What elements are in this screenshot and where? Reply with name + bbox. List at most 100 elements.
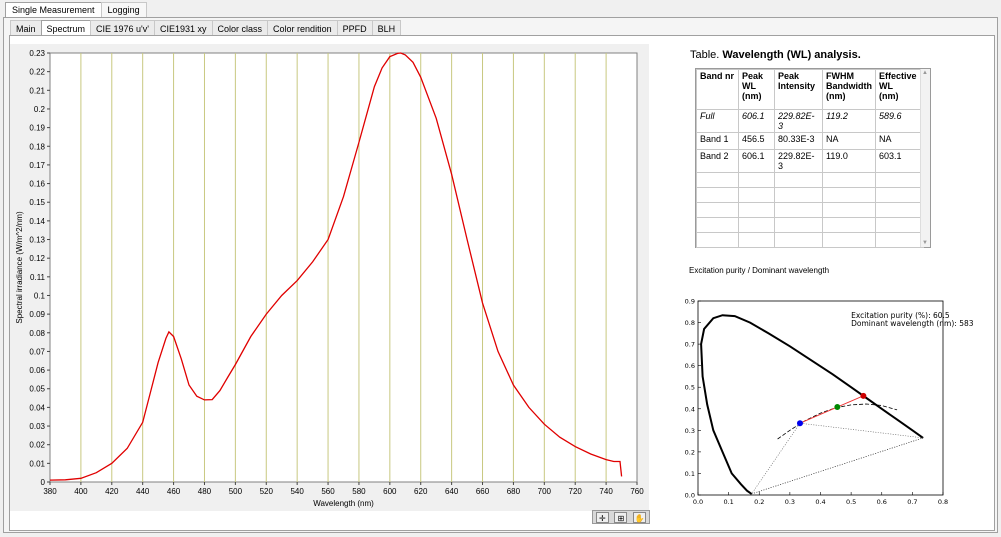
empty-row [696,172,924,188]
y-tick-label: 0.21 [29,86,45,95]
spectrum-chart[interactable]: 380 400 420 440 460 480 500 520 540 560 580 600 620 6… [10,44,649,511]
column-header: Peak Intensity [774,69,823,110]
y-tick-label: 0.04 [29,403,45,412]
x-tick-label: 620 [414,487,428,496]
column-header-text: Peak [742,71,764,81]
subtab-cie-1976-u-v[interactable]: CIE 1976 u'v' [90,20,155,36]
subtab-color-class[interactable]: Color class [211,20,269,36]
wavelength-table[interactable]: Band nr Peak WL (nm) Peak Intensity FWHM Bandwi… [695,68,931,248]
y-tick-label: 0.05 [29,385,45,394]
x-tick-label: 540 [290,487,304,496]
empty-cell [822,232,876,248]
table-cell: 456.5 [738,132,775,150]
y-tick-label: 0.03 [29,422,45,431]
x-tick-label: 0.6 [877,498,887,506]
column-header: FWHM Bandwidth (nm) [822,69,876,110]
table-cell: 119.0 [822,149,876,173]
pan-tool-icon[interactable]: ✋ [633,511,647,523]
table-cell: 606.1 [738,109,775,133]
x-tick-label: 0.2 [754,498,764,506]
x-tick-label: 0.8 [938,498,948,506]
dominant-wl-line [799,395,864,424]
x-tick-label: 600 [383,487,397,496]
column-header-text: (nm) [879,91,899,101]
y-tick-label: 0.18 [29,142,45,151]
empty-cell [774,217,823,233]
empty-cell [875,217,924,233]
column-header-text: Bandwidth [826,81,872,91]
column-header: Band nr [696,69,739,110]
table-scrollbar[interactable]: ▲ ▼ [920,69,930,247]
y-tick-label: 0.1 [34,291,46,300]
graph-palette: ✛ ⊞ ✋ [592,510,650,524]
column-header-text: Effective [879,71,917,81]
x-axis-label: Wavelength (nm) [313,499,374,508]
table-row[interactable]: Band 1 456.5 80.33E-3 NA NA [696,132,924,150]
x-tick-label: 440 [136,487,150,496]
subtab-ppfd[interactable]: PPFD [336,20,373,36]
y-tick-label: 0.3 [685,427,695,435]
empty-row [696,232,924,248]
empty-row [696,187,924,203]
table-cell: 603.1 [875,149,924,173]
x-tick-label: 480 [198,487,212,496]
column-header-text: Band nr [700,71,735,81]
table-row[interactable]: Full 606.1 229.82E-3 119.2 589.6 [696,109,924,133]
empty-cell [875,202,924,218]
column-header-text: Intensity [778,81,816,91]
empty-cell [822,202,876,218]
x-tick-label: 400 [74,487,88,496]
table-row[interactable]: Band 2 606.1 229.82E-3 119.0 603.1 [696,149,924,173]
scroll-down-icon[interactable]: ▼ [922,240,928,246]
y-tick-label: 0.4 [685,405,695,413]
y-tick-label: 0.08 [29,329,45,338]
y-tick-label: 0 [41,478,46,487]
purity-chart-panel: 0.0 0.1 0.2 0.3 0.4 0.5 0.6 0.7 0.8 0.0 0.1 0.2 0.3 0… [676,279,981,523]
table-cell: 80.33E-3 [774,132,823,150]
zoom-tool-icon[interactable]: ⊞ [614,511,628,523]
x-tick-label: 660 [476,487,490,496]
y-tick-label: 0.07 [29,347,45,356]
spectral-locus [700,314,924,495]
x-tick-label: 460 [167,487,181,496]
empty-cell [696,172,739,188]
y-tick-label: 0.2 [685,448,695,456]
y-tick-label: 0.8 [685,319,695,327]
table-cell: Full [696,109,739,133]
table-cell: 589.6 [875,109,924,133]
empty-cell [774,187,823,203]
empty-cell [738,172,775,188]
x-tick-label: 420 [105,487,119,496]
table-header-row: Band nr Peak WL (nm) Peak Intensity FWHM Bandwi… [696,69,924,110]
cursor-tool-icon[interactable]: ✛ [595,511,609,523]
x-tick-label: 700 [538,487,552,496]
tab-logging[interactable]: Logging [100,2,147,18]
y-tick-label: 0.01 [29,459,45,468]
y-tick-label: 0.6 [685,362,695,370]
column-header-text: (nm) [742,91,762,101]
y-tick-label: 0.0 [685,492,695,500]
subtab-main[interactable]: Main [10,20,42,36]
x-tick-label: 560 [321,487,335,496]
chromaticity-point [834,404,841,411]
table-title: Table. Wavelength (WL) analysis. [690,49,861,61]
subtab-blh[interactable]: BLH [371,20,402,36]
x-tick-label: 740 [599,487,613,496]
y-tick-label: 0.11 [30,273,46,282]
x-tick-label: 0.3 [785,498,795,506]
table-title-prefix: Table. [690,49,720,61]
sub-tabs: Main Spectrum CIE 1976 u'v' CIE1931 xy Color… [10,20,402,37]
subtab-color-rendition[interactable]: Color rendition [267,20,338,36]
scroll-up-icon[interactable]: ▲ [922,70,928,76]
table-cell: Band 1 [696,132,739,150]
empty-cell [696,232,739,248]
empty-cell [774,202,823,218]
y-tick-label: 0.14 [29,217,45,226]
purity-label: Excitation purity / Dominant wavelength [689,266,830,275]
table-cell: Band 2 [696,149,739,173]
subtab-cie1931-xy[interactable]: CIE1931 xy [154,20,213,36]
empty-cell [822,187,876,203]
y-tick-label: 0.13 [29,236,45,245]
empty-cell [822,217,876,233]
table-cell: 229.82E-3 [774,109,823,133]
